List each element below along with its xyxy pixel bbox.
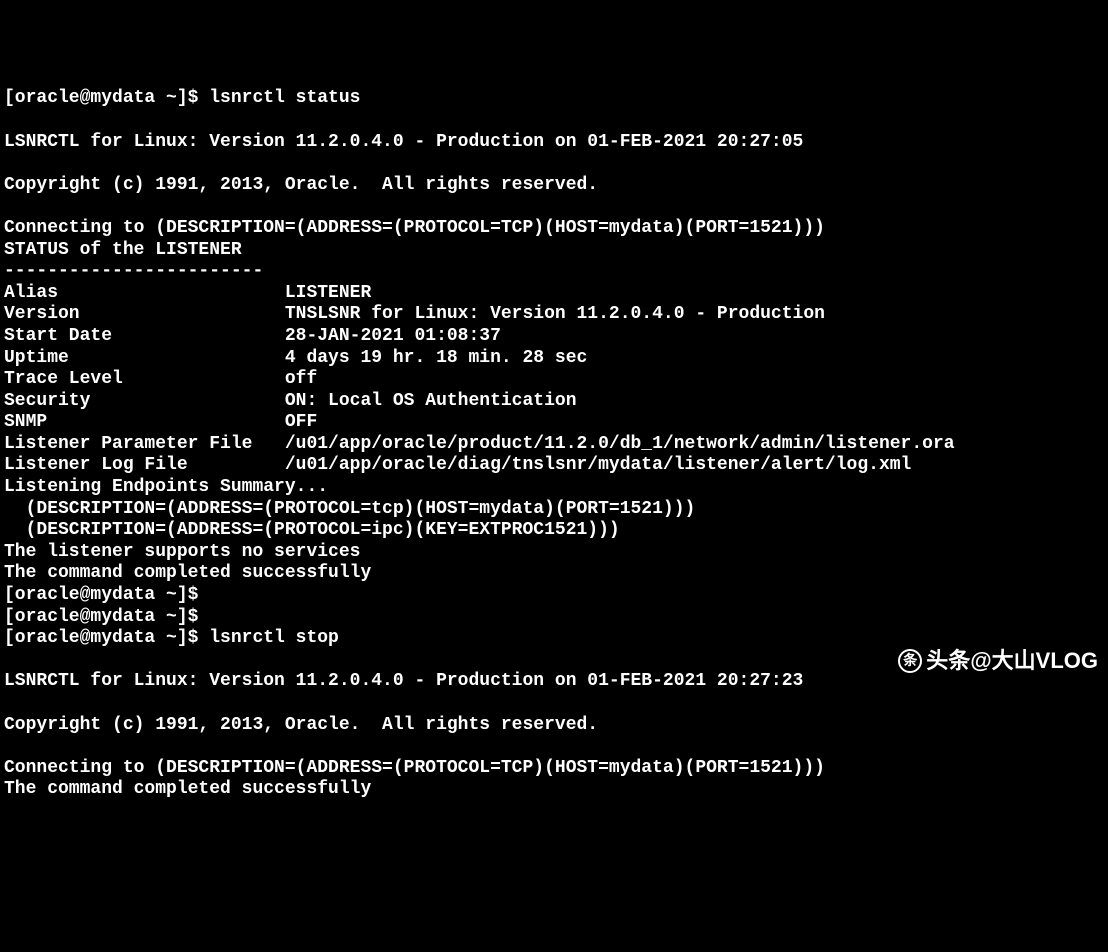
watermark-text: 头条@大山VLOG [926,648,1098,674]
endpoint-line: (DESCRIPTION=(ADDRESS=(PROTOCOL=tcp)(HOS… [4,499,695,519]
prompt: [oracle@mydata ~]$ [4,88,209,108]
no-services-line: The listener supports no services [4,542,360,562]
prompt: [oracle@mydata ~]$ [4,607,209,627]
version-row: Version TNSLSNR for Linux: Version 11.2.… [4,304,825,324]
version-line: LSNRCTL for Linux: Version 11.2.0.4.0 - … [4,132,803,152]
log-file-row: Listener Log File /u01/app/oracle/diag/t… [4,455,911,475]
endpoint-line: (DESCRIPTION=(ADDRESS=(PROTOCOL=ipc)(KEY… [4,520,620,540]
snmp-row: SNMP OFF [4,412,317,432]
alias-row: Alias LISTENER [4,283,371,303]
uptime-row: Uptime 4 days 19 hr. 18 min. 28 sec [4,348,587,368]
terminal-output[interactable]: [oracle@mydata ~]$ lsnrctl status LSNRCT… [4,88,1104,801]
param-file-row: Listener Parameter File /u01/app/oracle/… [4,434,955,454]
command-input: lsnrctl stop [209,628,339,648]
watermark: 条 头条@大山VLOG [898,648,1098,674]
prompt: [oracle@mydata ~]$ [4,585,209,605]
startdate-row: Start Date 28-JAN-2021 01:08:37 [4,326,501,346]
endpoints-summary: Listening Endpoints Summary... [4,477,328,497]
copyright-line: Copyright (c) 1991, 2013, Oracle. All ri… [4,175,598,195]
status-header: STATUS of the LISTENER [4,240,242,260]
separator-line: ------------------------ [4,261,263,281]
completed-line: The command completed successfully [4,779,371,799]
security-row: Security ON: Local OS Authentication [4,391,577,411]
connecting-line: Connecting to (DESCRIPTION=(ADDRESS=(PRO… [4,758,825,778]
connecting-line: Connecting to (DESCRIPTION=(ADDRESS=(PRO… [4,218,825,238]
watermark-icon: 条 [898,649,922,673]
trace-row: Trace Level off [4,369,317,389]
version-line: LSNRCTL for Linux: Version 11.2.0.4.0 - … [4,671,803,691]
command-input: lsnrctl status [209,88,360,108]
prompt: [oracle@mydata ~]$ [4,628,209,648]
completed-line: The command completed successfully [4,563,371,583]
copyright-line: Copyright (c) 1991, 2013, Oracle. All ri… [4,715,598,735]
